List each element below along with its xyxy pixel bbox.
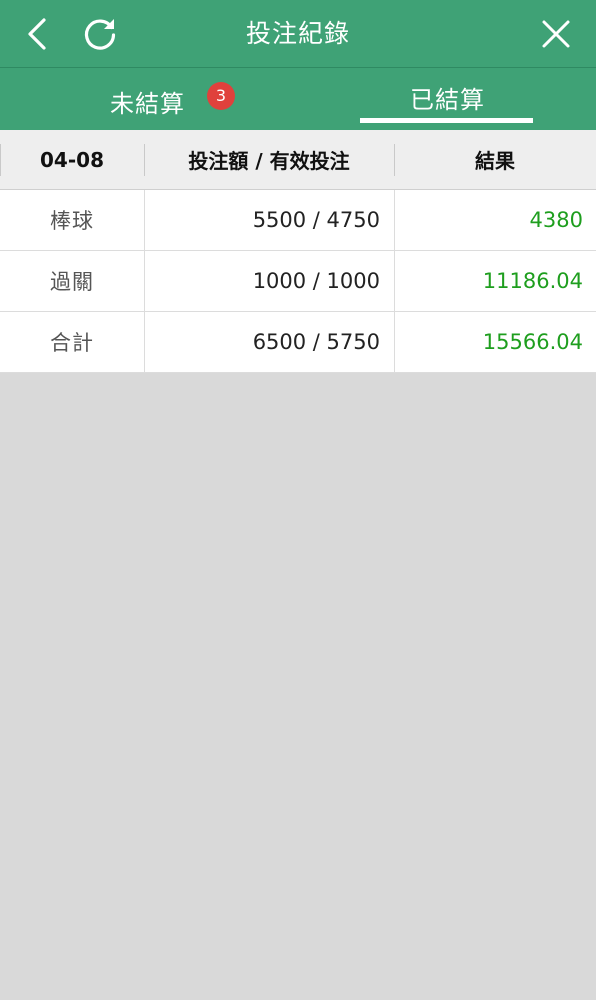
row-result: 11186.04	[482, 269, 583, 293]
unsettled-count-badge: 3	[207, 82, 235, 110]
table-row[interactable]: 棒球 5500 / 4750 4380	[0, 190, 596, 251]
active-tab-indicator	[360, 118, 533, 123]
row-type: 合計	[50, 331, 94, 355]
page-title: 投注紀錄	[245, 19, 350, 48]
row-amount: 1000 / 1000	[252, 269, 380, 293]
row-amount: 6500 / 5750	[252, 330, 380, 354]
tab-unsettled-label: 未結算	[110, 90, 185, 118]
row-type: 過關	[50, 270, 94, 294]
table-row-total: 合計 6500 / 5750 15566.04	[0, 312, 596, 373]
table-row[interactable]: 過關 1000 / 1000 11186.04	[0, 251, 596, 312]
tab-settled-label: 已結算	[410, 86, 485, 114]
tab-unsettled[interactable]: 未結算 3	[0, 68, 298, 130]
close-button[interactable]	[536, 14, 576, 54]
tab-bar: 未結算 3 已結算	[0, 68, 596, 130]
header-amount: 投注額 / 有效投注	[188, 149, 350, 173]
tab-settled[interactable]: 已結算	[298, 68, 596, 130]
row-amount: 5500 / 4750	[252, 208, 380, 232]
close-icon	[542, 20, 570, 48]
table-header: 04-08 投注額 / 有效投注 結果	[0, 130, 596, 190]
row-result: 4380	[529, 208, 583, 232]
app-header: 投注紀錄	[0, 0, 596, 68]
records-table: 04-08 投注額 / 有效投注 結果 棒球 5500 / 4750 4380 …	[0, 130, 596, 373]
header-result: 結果	[475, 149, 515, 173]
row-result: 15566.04	[482, 330, 583, 354]
header-date: 04-08	[40, 147, 104, 172]
row-type: 棒球	[50, 209, 94, 233]
